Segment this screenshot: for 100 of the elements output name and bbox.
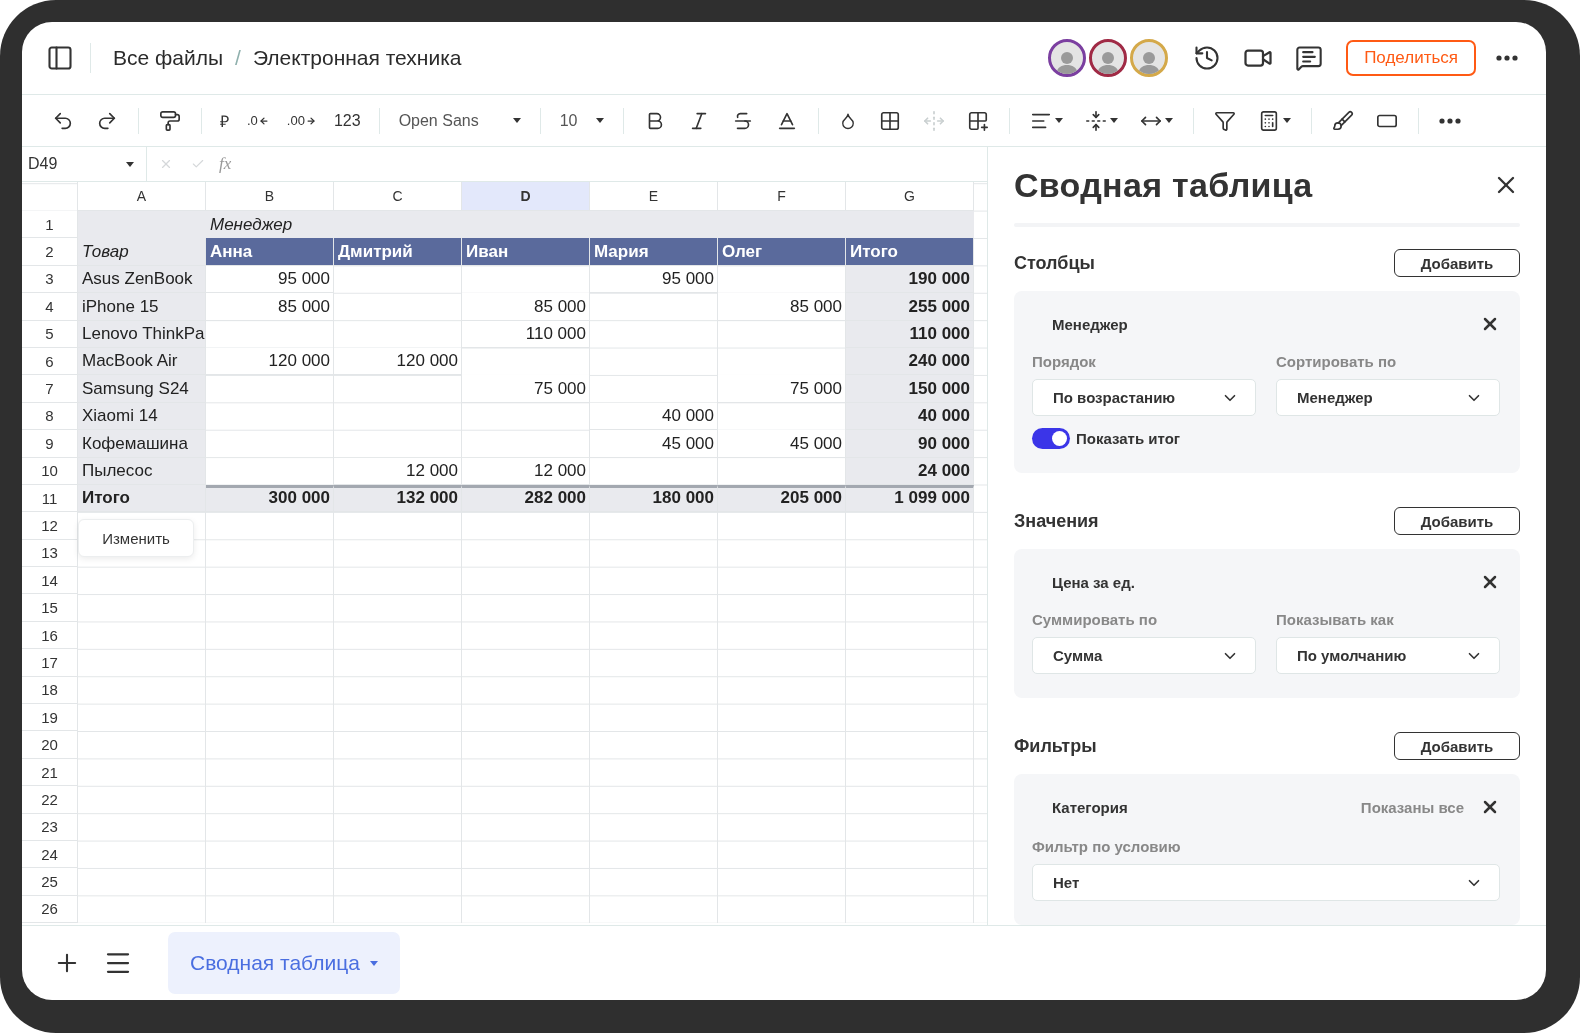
table-cell: 85 000	[462, 293, 590, 321]
panel-title: Сводная таблица	[1014, 165, 1313, 205]
insert-cells-button[interactable]	[966, 109, 989, 132]
column-header[interactable]: A	[78, 182, 206, 211]
table-cell: Итого	[846, 238, 974, 266]
format-painter-button[interactable]	[1331, 109, 1354, 132]
column-header[interactable]: B	[206, 182, 334, 211]
table-cell: 40 000	[590, 402, 718, 431]
user-avatar[interactable]	[1048, 39, 1087, 77]
formula-label: fx	[219, 154, 232, 174]
row-number: 1	[22, 211, 78, 239]
caret-icon	[1282, 118, 1291, 123]
row-number: 18	[22, 676, 78, 705]
table-cell: 282 000	[462, 484, 590, 513]
row-number: 12	[22, 512, 78, 540]
column-header[interactable]: F	[718, 182, 846, 211]
field-label: Фильтр по условию	[1032, 838, 1182, 855]
table-cell: 110 000	[846, 320, 974, 348]
more-button[interactable]	[1496, 55, 1518, 61]
filter-button[interactable]	[1213, 109, 1236, 132]
section-title: Значения	[1014, 510, 1099, 532]
table-cell: 120 000	[206, 347, 334, 376]
table-cell: 1 099 000	[846, 484, 974, 513]
column-header[interactable]: D	[462, 182, 590, 211]
caret-icon	[595, 118, 604, 123]
paint-roller-button[interactable]	[159, 109, 181, 132]
more-button[interactable]	[1438, 117, 1461, 124]
currency-button[interactable]: ₽	[211, 109, 238, 132]
row-number: 23	[22, 813, 78, 841]
table-cell: Пылесос	[78, 457, 206, 485]
borders-button[interactable]	[878, 109, 901, 132]
merge-cells-icon	[922, 109, 945, 132]
paint-roller-icon	[159, 109, 181, 132]
breadcrumb-current: Электронная техника	[252, 46, 462, 70]
table-cell: 190 000	[846, 265, 974, 294]
add-button[interactable]: Добавить	[1394, 732, 1520, 760]
borders-icon	[878, 109, 901, 132]
table-cell: Дмитрий	[334, 238, 462, 266]
font-size-select[interactable]: 10	[549, 111, 614, 130]
table-cell: Lenovo ThinkPa	[78, 320, 206, 348]
breadcrumb-link[interactable]: Все файлы	[113, 46, 224, 70]
row-number: 3	[22, 265, 78, 294]
table-cell: Менеджер	[206, 211, 334, 239]
field-label: Показывать как	[1276, 611, 1395, 628]
filter-icon	[1213, 109, 1236, 132]
sheet-tab[interactable]: Сводная таблица	[168, 932, 400, 994]
field-label: Порядок	[1032, 353, 1097, 370]
more-icon	[1496, 55, 1518, 61]
comments-icon	[1295, 44, 1324, 72]
row-number: 22	[22, 786, 78, 814]
row-number: 5	[22, 320, 78, 348]
row-number: 24	[22, 841, 78, 869]
table-cell: 120 000	[334, 347, 462, 376]
table-cell: 40 000	[846, 402, 974, 431]
row-number: 13	[22, 539, 78, 568]
column-header[interactable]: C	[334, 182, 462, 211]
column-header[interactable]: G	[846, 182, 974, 211]
dropdown[interactable]: По умолчанию	[1276, 637, 1500, 674]
table-cell: 75 000	[718, 375, 846, 403]
caret-icon	[1164, 118, 1173, 123]
table-cell: 85 000	[718, 293, 846, 321]
field-label: Сортировать по	[1276, 353, 1398, 370]
table-cell: Олег	[718, 238, 846, 266]
add-button[interactable]: Добавить	[1394, 507, 1520, 535]
field-label: Суммировать по	[1032, 611, 1159, 628]
section-title: Фильтры	[1014, 735, 1097, 757]
comments-button[interactable]	[1295, 44, 1324, 72]
more-icon	[1438, 117, 1461, 124]
vertical-align-icon	[1084, 109, 1107, 132]
breadcrumb-separator: /	[235, 46, 241, 70]
edit-button[interactable]: Изменить	[78, 519, 194, 557]
toggle-switch[interactable]	[1032, 428, 1070, 449]
table-cell: 110 000	[462, 320, 590, 348]
insert-cells-icon	[966, 109, 989, 132]
user-avatar[interactable]	[1089, 39, 1128, 77]
table-cell: Иван	[462, 238, 590, 266]
table-cell: Кофемашина	[78, 430, 206, 458]
dropdown[interactable]: По возрастанию	[1032, 379, 1256, 416]
arrow-left-icon	[258, 115, 269, 126]
table-cell: 90 000	[846, 430, 974, 458]
field-name: Менеджер	[1052, 315, 1129, 333]
dropdown[interactable]: Менеджер	[1276, 379, 1500, 416]
increase-decimals-button[interactable]: .00	[277, 113, 325, 128]
dropdown[interactable]: Нет	[1032, 864, 1500, 901]
row-number: 25	[22, 868, 78, 896]
table-cell: 85 000	[206, 293, 334, 321]
table-cell: Мария	[590, 238, 718, 266]
font-select[interactable]: Open Sans	[388, 111, 531, 130]
row-number: 7	[22, 375, 78, 403]
dropdown[interactable]: Сумма	[1032, 637, 1256, 674]
sidebar-toggle-icon	[46, 44, 74, 72]
add-button[interactable]: Добавить	[1394, 249, 1520, 277]
row-number: 14	[22, 567, 78, 595]
decrease-decimals-button[interactable]: .0	[238, 113, 278, 128]
number-format-button[interactable]: 123	[324, 111, 370, 130]
vertical-align-button[interactable]	[1084, 109, 1118, 132]
sidebar-toggle-button[interactable]	[46, 44, 74, 72]
column-header[interactable]: E	[590, 182, 718, 211]
table-cell: 300 000	[206, 484, 334, 513]
row-number: 19	[22, 704, 78, 732]
